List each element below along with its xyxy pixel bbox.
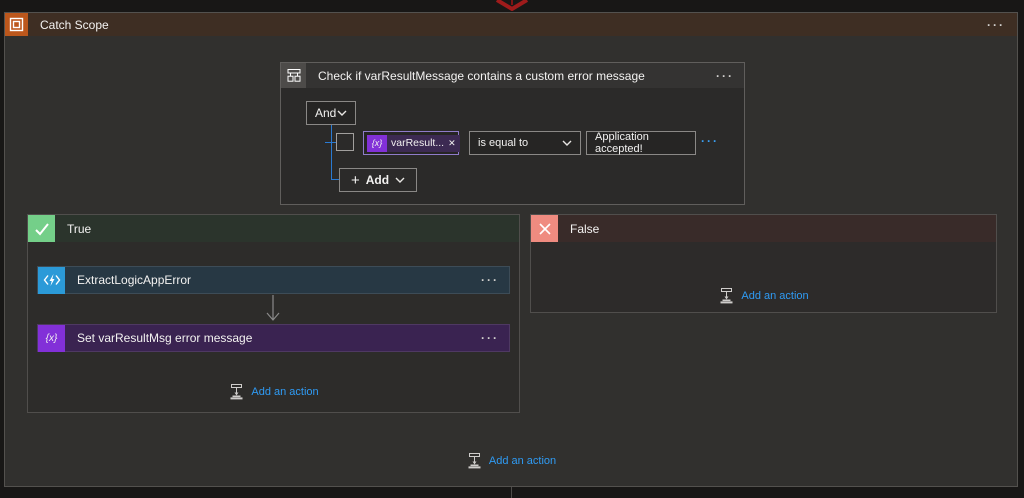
false-branch-add-action-link[interactable]: Add an action (531, 288, 996, 304)
catch-scope-header[interactable]: Catch Scope ··· (5, 13, 1017, 36)
condition-row-menu-button[interactable]: ··· (701, 134, 719, 148)
false-branch-panel: False Add an action (530, 214, 997, 313)
condition-add-connector (331, 179, 339, 180)
add-action-icon (230, 384, 243, 400)
action-title: ExtractLogicAppError (77, 273, 192, 287)
condition-left-operand-field[interactable]: {x} varResult... ✕ (363, 131, 460, 155)
set-variable-icon: {x} (38, 324, 65, 352)
condition-add-button[interactable]: + Add (339, 168, 417, 192)
condition-row-checkbox[interactable] (336, 133, 354, 151)
incoming-error-arrow-icon (495, 0, 529, 11)
scope-icon (5, 13, 28, 36)
token-label: varResult... (391, 137, 445, 149)
false-branch-header[interactable]: False (531, 215, 996, 242)
token-remove-icon[interactable]: ✕ (448, 138, 460, 149)
add-action-label: Add an action (741, 290, 809, 302)
action-title: Set varResultMsg error message (77, 331, 253, 345)
add-action-label: Add an action (251, 386, 319, 398)
variable-token-icon: {x} (367, 134, 387, 152)
add-button-label: Add (365, 173, 390, 187)
true-branch-label: True (67, 221, 92, 236)
condition-right-operand-input[interactable]: Application accepted! (586, 131, 696, 155)
condition-operator-select[interactable]: is equal to (469, 131, 581, 155)
condition-card: Check if varResultMessage contains a cus… (280, 62, 745, 205)
scope-title: Catch Scope (40, 17, 109, 32)
condition-tree-connector (331, 125, 332, 180)
plus-icon: + (350, 171, 360, 189)
condition-right-operand-value: Application accepted! (595, 131, 649, 155)
logic-app-designer-canvas: Catch Scope ··· Check if varResultMessag… (0, 0, 1024, 498)
add-action-label: Add an action (488, 455, 557, 467)
action-card-set-varresultmsg[interactable]: {x} Set varResultMsg error message ··· (37, 324, 510, 352)
false-branch-label: False (570, 221, 600, 236)
join-operator-select[interactable]: And (306, 101, 356, 125)
chevron-down-icon (337, 110, 347, 116)
chevron-down-icon (562, 140, 572, 146)
true-branch-header[interactable]: True (28, 215, 519, 242)
dynamic-content-token[interactable]: {x} varResult... ✕ (367, 134, 460, 152)
false-x-icon (531, 215, 558, 242)
outgoing-connector-line (511, 487, 512, 498)
scope-add-action-link[interactable]: Add an action (5, 453, 1017, 469)
true-check-icon (28, 215, 55, 242)
catch-scope-panel: Catch Scope ··· Check if varResultMessag… (4, 12, 1018, 487)
condition-icon (281, 63, 306, 88)
action-menu-button[interactable]: ··· (481, 331, 499, 345)
flow-arrow-icon (266, 295, 280, 321)
true-branch-panel: True ExtractLogicAppError ··· {x} Set va… (27, 214, 520, 413)
action-card-extractlogicapperror[interactable]: ExtractLogicAppError ··· (37, 266, 510, 294)
condition-menu-button[interactable]: ··· (716, 69, 734, 83)
condition-title: Check if varResultMessage contains a cus… (318, 68, 645, 83)
join-operator-value: And (315, 106, 337, 120)
true-branch-add-action-link[interactable]: Add an action (28, 384, 519, 400)
chevron-down-icon (395, 177, 405, 183)
add-action-icon (720, 288, 733, 304)
scope-menu-button[interactable]: ··· (987, 18, 1005, 32)
action-menu-button[interactable]: ··· (481, 273, 499, 287)
condition-card-header[interactable]: Check if varResultMessage contains a cus… (281, 63, 744, 88)
condition-operator-value: is equal to (478, 137, 529, 149)
azure-function-icon (38, 266, 65, 294)
add-action-icon (468, 453, 481, 469)
condition-row-connector (325, 142, 336, 143)
